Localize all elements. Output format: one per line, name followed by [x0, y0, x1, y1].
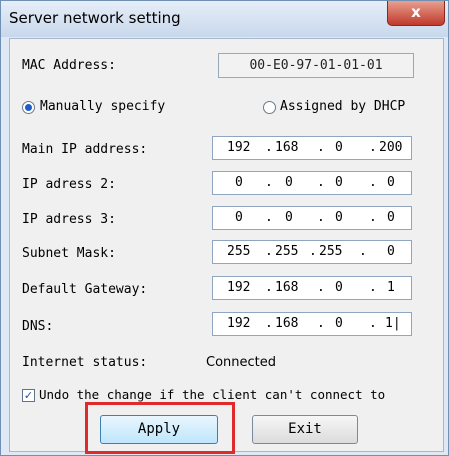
ip-dot: .: [369, 210, 377, 225]
ip-octet: 255: [319, 244, 343, 259]
internet-status-value: Connected: [206, 355, 277, 370]
ip-dot: .: [265, 175, 273, 190]
window-title: Server network setting: [9, 9, 181, 27]
ip2-label: IP adress 2:: [22, 177, 116, 192]
ip-dot: .: [317, 210, 325, 225]
title-bar: Server network setting x: [1, 1, 448, 37]
ip-octet: 0: [335, 175, 343, 190]
ip-octet: 255: [275, 244, 299, 259]
ip-octet: 0: [235, 210, 243, 225]
ip-dot: .: [265, 140, 273, 155]
ip-dot: .: [265, 244, 273, 259]
subnet-label: Subnet Mask:: [22, 246, 116, 261]
ip-dot: .: [369, 175, 377, 190]
ip-octet: 0: [335, 280, 343, 295]
ip-dot: .: [369, 316, 377, 331]
ip-dot: .: [265, 210, 273, 225]
main-ip-label: Main IP address:: [22, 142, 148, 157]
mac-value: 00-E0-97-01-01-01: [218, 53, 414, 78]
ip-octet: 192: [227, 280, 251, 295]
ip-octet: 255: [227, 244, 251, 259]
ip-octet: 1: [387, 280, 395, 295]
ip-dot: .: [359, 244, 367, 259]
ip-dot: .: [317, 316, 325, 331]
ip-octet: 192: [227, 316, 251, 331]
manual-radio-label[interactable]: Manually specify: [40, 99, 165, 114]
internet-status-label: Internet status:: [22, 355, 148, 370]
ip-dot: .: [369, 140, 377, 155]
ip-dot: .: [317, 140, 325, 155]
ip-octet: 0: [235, 175, 243, 190]
exit-button[interactable]: Exit: [252, 415, 358, 444]
main-ip-field[interactable]: 192 . 168 . 0 . 200: [212, 136, 412, 160]
gateway-label: Default Gateway:: [22, 282, 148, 297]
ip-octet: 1|: [385, 316, 401, 331]
ip-octet: 0: [285, 175, 293, 190]
undo-checkbox-label[interactable]: Undo the change if the client can't conn…: [39, 387, 385, 402]
ip-dot: .: [317, 280, 325, 295]
apply-highlight-box: [85, 402, 235, 454]
ip-octet: 0: [285, 210, 293, 225]
mac-label: MAC Address:: [22, 58, 116, 73]
dialog-content: MAC Address: 00-E0-97-01-01-01 Manually …: [9, 38, 444, 452]
gateway-field[interactable]: 192 . 168 . 0 . 1: [212, 276, 412, 300]
ip-octet: 168: [275, 316, 299, 331]
ip-octet: 0: [335, 140, 343, 155]
ip-octet: 0: [335, 316, 343, 331]
ip-dot: .: [309, 244, 317, 259]
close-button[interactable]: x: [387, 1, 445, 26]
subnet-field[interactable]: 255 . 255 . 255 . 0: [212, 240, 412, 264]
dhcp-radio-label[interactable]: Assigned by DHCP: [280, 99, 405, 114]
ip-octet: 168: [275, 140, 299, 155]
close-icon: x: [411, 3, 421, 21]
dns-label: DNS:: [22, 319, 54, 334]
manual-radio[interactable]: [22, 101, 35, 114]
ip-octet: 0: [387, 244, 395, 259]
server-network-setting-dialog: Server network setting x MAC Address: 00…: [0, 0, 449, 456]
ip-octet: 168: [275, 280, 299, 295]
ip3-label: IP adress 3:: [22, 212, 116, 227]
ip-octet: 0: [387, 210, 395, 225]
ip-octet: 192: [227, 140, 251, 155]
ip-dot: .: [265, 316, 273, 331]
ip2-field[interactable]: 0 . 0 . 0 . 0: [212, 171, 412, 195]
ip-dot: .: [369, 280, 377, 295]
ip-octet: 200: [379, 140, 403, 155]
dhcp-radio[interactable]: [263, 101, 276, 114]
dns-field[interactable]: 192 . 168 . 0 . 1|: [212, 312, 412, 336]
ip-dot: .: [317, 175, 325, 190]
ip-octet: 0: [335, 210, 343, 225]
ip-octet: 0: [387, 175, 395, 190]
undo-checkbox[interactable]: ✓: [22, 389, 35, 402]
ip-dot: .: [265, 280, 273, 295]
ip3-field[interactable]: 0 . 0 . 0 . 0: [212, 206, 412, 230]
